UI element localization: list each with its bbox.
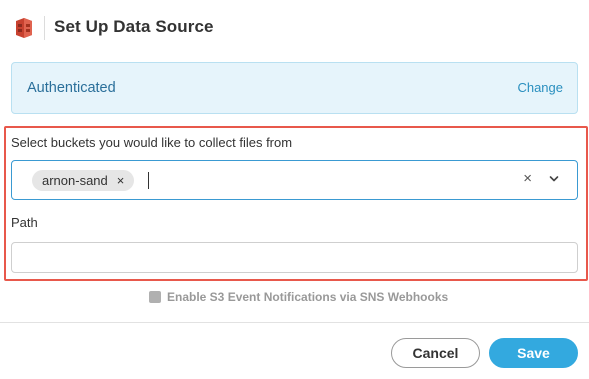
- tag-remove-icon[interactable]: ×: [117, 174, 125, 187]
- sns-checkbox[interactable]: [149, 291, 161, 303]
- path-input[interactable]: [11, 242, 578, 273]
- footer-divider: [0, 322, 589, 323]
- header-divider: [44, 16, 45, 40]
- auth-status-text: Authenticated: [27, 80, 116, 96]
- page-title: Set Up Data Source: [54, 17, 214, 36]
- bucket-select-label: Select buckets you would like to collect…: [11, 135, 293, 150]
- bucket-multiselect[interactable]: arnon-sand × ×: [11, 160, 578, 200]
- cancel-button[interactable]: Cancel: [391, 338, 480, 368]
- sns-checkbox-label: Enable S3 Event Notifications via SNS We…: [167, 290, 449, 304]
- auth-status-banner: Authenticated Change: [11, 62, 578, 114]
- chevron-down-icon[interactable]: [549, 174, 559, 184]
- clear-selection-icon[interactable]: ×: [523, 170, 532, 187]
- text-cursor: [148, 172, 149, 189]
- path-label: Path: [11, 215, 38, 230]
- aws-s3-bucket-icon: [16, 18, 32, 38]
- change-auth-link[interactable]: Change: [517, 80, 563, 95]
- save-button[interactable]: Save: [489, 338, 578, 368]
- bucket-tag: arnon-sand ×: [32, 170, 135, 191]
- sns-option: Enable S3 Event Notifications via SNS We…: [149, 290, 448, 304]
- bucket-tag-label: arnon-sand: [42, 173, 108, 188]
- dialog-header: Set Up Data Source: [0, 0, 589, 56]
